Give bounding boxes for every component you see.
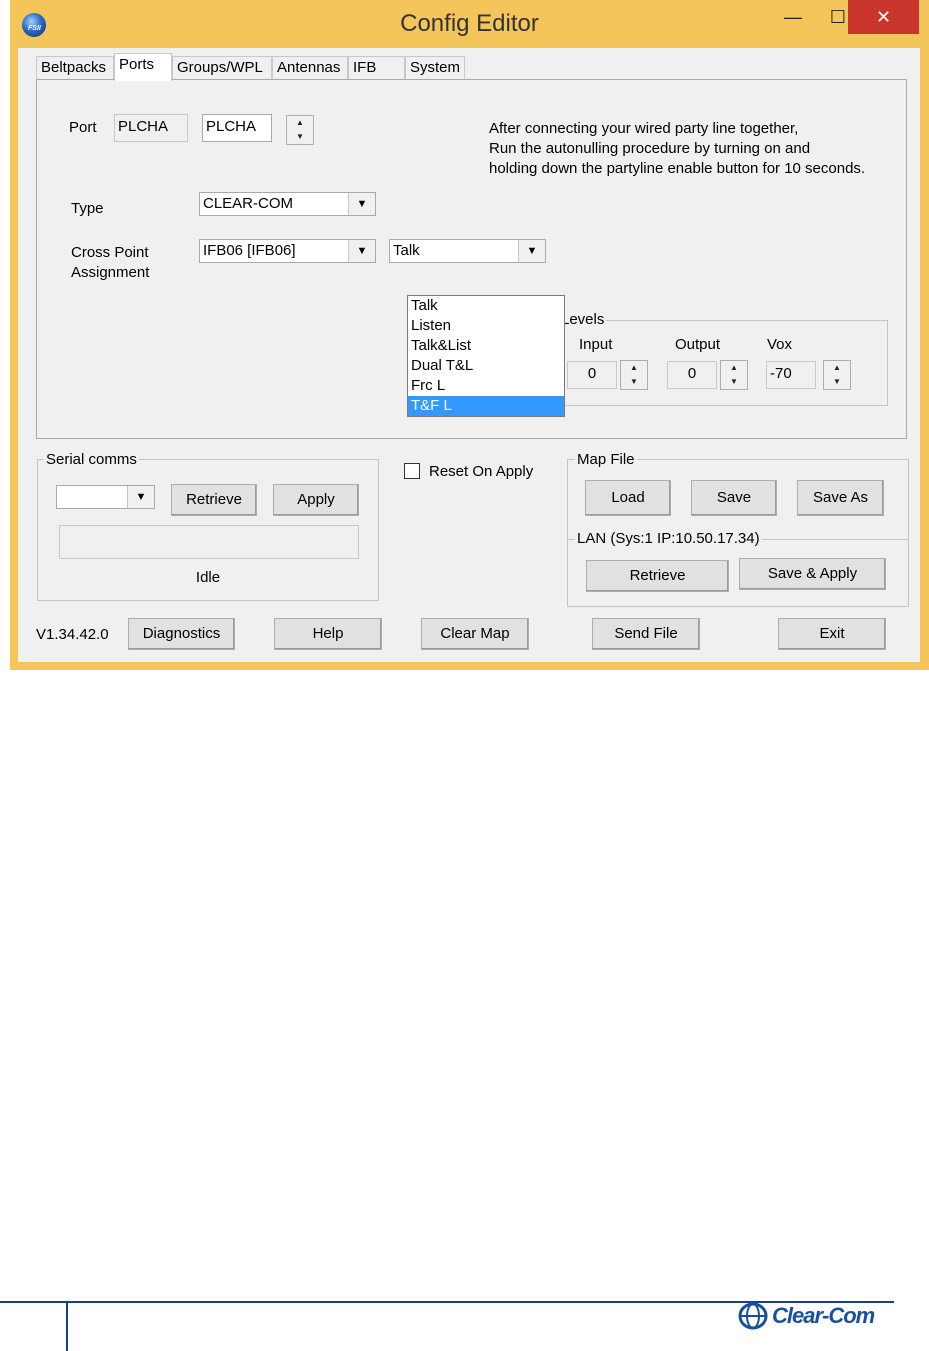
type-select[interactable]: CLEAR-COM ▼ [199,192,376,216]
levels-title: Levels [559,311,607,328]
serial-retrieve-button[interactable]: Retrieve [171,484,257,516]
tab-system[interactable]: System [405,56,465,80]
chevron-down-icon[interactable]: ▼ [127,486,154,508]
tab-groups-wpl[interactable]: Groups/WPL [172,56,272,80]
send-file-button[interactable]: Send File [592,618,700,650]
instruction-line-2: Run the autonulling procedure by turning… [489,140,811,157]
input-level-spinner[interactable]: ▲ ▼ [620,360,648,390]
output-level-spinner[interactable]: ▲ ▼ [720,360,748,390]
lan-title: LAN (Sys:1 IP:10.50.17.34) [575,530,762,547]
help-button[interactable]: Help [274,618,382,650]
cross-point-mode-value: Talk [393,242,420,259]
map-save-button[interactable]: Save [691,480,777,516]
spin-down-icon[interactable]: ▼ [287,130,313,144]
map-load-button[interactable]: Load [585,480,671,516]
clear-com-logo: Clear-Com [738,1302,888,1330]
serial-status-text: Idle [195,569,221,586]
dropdown-option-frc-l[interactable]: Frc L [408,376,564,396]
clear-map-button[interactable]: Clear Map [421,618,529,650]
version-label: V1.34.42.0 [36,626,109,643]
lan-save-apply-button[interactable]: Save & Apply [739,558,886,590]
map-file-title: Map File [575,451,637,468]
vox-level-field[interactable]: -70 [766,361,816,389]
config-editor-window: FSII Config Editor — ☐ ✕ Beltpacks Ports… [10,0,929,670]
vox-level-spinner[interactable]: ▲ ▼ [823,360,851,390]
cross-point-assignment-value: IFB06 [IFB06] [203,242,296,259]
cross-point-mode-select[interactable]: Talk ▼ [389,239,546,263]
output-level-label: Output [675,336,721,353]
type-select-value: CLEAR-COM [203,195,294,212]
chevron-down-icon[interactable]: ▼ [518,240,545,262]
vox-level-label: Vox [767,336,793,353]
chevron-down-icon[interactable]: ▼ [348,240,375,262]
close-icon[interactable]: ✕ [848,0,919,34]
cross-point-label-2: Assignment [71,264,150,281]
tab-ifb[interactable]: IFB [348,56,405,80]
dropdown-option-talk-list[interactable]: Talk&List [408,336,564,356]
title-bar[interactable]: FSII Config Editor — ☐ ✕ [10,0,929,48]
dropdown-option-talk[interactable]: Talk [408,296,564,316]
instruction-line-1: After connecting your wired party line t… [489,120,799,137]
exit-button[interactable]: Exit [778,618,886,650]
input-level-field[interactable]: 0 [567,361,617,389]
footer-page-margin-rule [66,1301,68,1351]
input-level-label: Input [579,336,613,353]
chevron-down-icon[interactable]: ▼ [348,193,375,215]
instruction-line-3: holding down the partyline enable button… [489,160,866,177]
clear-com-logo-text: Clear-Com [772,1303,875,1328]
dropdown-option-listen[interactable]: Listen [408,316,564,336]
ports-tab-panel: Port PLCHA PLCHA ▲ ▼ After connecting yo… [36,79,907,439]
lan-retrieve-button[interactable]: Retrieve [586,560,729,592]
spin-up-icon[interactable]: ▲ [721,361,747,375]
tab-ports[interactable]: Ports [114,53,172,81]
serial-progress-bar [59,525,359,559]
cross-point-assignment-select[interactable]: IFB06 [IFB06] ▼ [199,239,376,263]
minimize-icon[interactable]: — [770,0,816,34]
spin-up-icon[interactable]: ▲ [287,116,313,130]
dropdown-option-tf-l[interactable]: T&F L [408,396,564,416]
diagnostics-button[interactable]: Diagnostics [128,618,235,650]
port-label: Port [69,119,97,136]
port-readonly-field: PLCHA [114,114,188,142]
serial-port-select[interactable]: ▼ [56,485,155,509]
spin-up-icon[interactable]: ▲ [621,361,647,375]
type-label: Type [71,200,104,217]
port-name-input[interactable]: PLCHA [202,114,272,142]
serial-apply-button[interactable]: Apply [273,484,359,516]
spin-down-icon[interactable]: ▼ [621,375,647,389]
serial-comms-title: Serial comms [44,451,139,468]
client-area: Beltpacks Ports Groups/WPL Antennas IFB … [18,48,920,662]
dropdown-option-dual-tl[interactable]: Dual T&L [408,356,564,376]
port-spinner[interactable]: ▲ ▼ [286,115,314,145]
cross-point-label-1: Cross Point [71,244,149,261]
tab-antennas[interactable]: Antennas [272,56,348,80]
reset-on-apply-checkbox[interactable] [404,463,420,479]
cross-point-mode-dropdown-list[interactable]: Talk Listen Talk&List Dual T&L Frc L T&F… [407,295,565,417]
spin-up-icon[interactable]: ▲ [824,361,850,375]
tab-beltpacks[interactable]: Beltpacks [36,56,114,80]
map-save-as-button[interactable]: Save As [797,480,884,516]
reset-on-apply-label: Reset On Apply [429,463,534,480]
clear-com-globe-icon [738,1302,768,1330]
output-level-field[interactable]: 0 [667,361,717,389]
spin-down-icon[interactable]: ▼ [824,375,850,389]
spin-down-icon[interactable]: ▼ [721,375,747,389]
